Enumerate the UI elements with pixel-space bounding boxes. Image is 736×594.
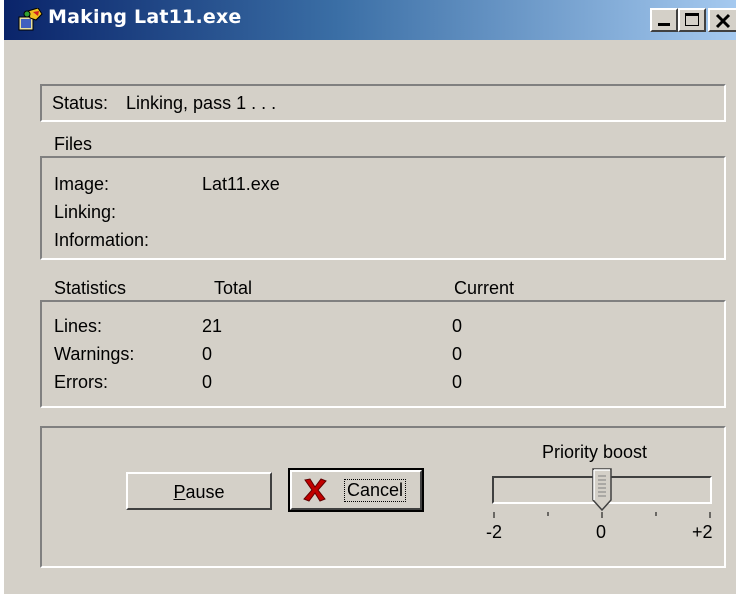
make-progress-window: Making Lat11.exe Status: Linking, pass 1… (0, 0, 736, 594)
slider-min-label: -2 (486, 522, 503, 542)
title-bar[interactable]: Making Lat11.exe (4, 0, 736, 40)
errors-current: 0 (452, 372, 463, 392)
status-panel: Status: Linking, pass 1 . . . (40, 84, 726, 122)
cancel-button-label: Cancel (344, 479, 407, 502)
status-label: Status: (52, 93, 109, 113)
image-value: Lat11.exe (202, 174, 280, 194)
pause-button-label: ause (185, 482, 225, 502)
minimize-button[interactable] (650, 8, 678, 32)
pause-button[interactable]: Pause (126, 472, 272, 510)
priority-boost-label: Priority boost (542, 442, 648, 462)
slider-max-label: +2 (692, 522, 713, 542)
slider-mid-label: 0 (596, 522, 607, 542)
status-text: Linking, pass 1 . . . (126, 93, 277, 113)
current-column-header: Current (454, 278, 515, 298)
total-column-header: Total (214, 278, 253, 298)
image-label: Image: (54, 174, 110, 194)
linking-label: Linking: (54, 202, 117, 222)
window-title: Making Lat11.exe (48, 6, 242, 28)
files-heading: Files (54, 134, 93, 154)
maximize-button[interactable] (678, 8, 706, 32)
errors-label: Errors: (54, 372, 108, 392)
statistics-panel: Lines: 21 0 Warnings: 0 0 Errors: 0 0 (40, 300, 726, 408)
maximize-icon (685, 13, 699, 26)
slider-thumb[interactable] (592, 468, 612, 512)
information-label: Information: (54, 230, 150, 250)
cancel-button[interactable]: Cancel (288, 468, 424, 512)
controls-panel: Pause Cancel Priority boost -2 0 +2 (40, 426, 726, 568)
statistics-heading: Statistics (54, 278, 127, 298)
lines-current: 0 (452, 316, 463, 336)
app-icon (18, 7, 44, 32)
warnings-current: 0 (452, 344, 463, 364)
lines-label: Lines: (54, 316, 103, 336)
close-icon (715, 13, 731, 29)
minimize-icon (658, 23, 670, 26)
warnings-total: 0 (202, 344, 213, 364)
priority-boost-slider[interactable]: -2 0 +2 (486, 466, 718, 550)
lines-total: 21 (202, 316, 223, 336)
files-panel: Image: Lat11.exe Linking: Information: (40, 156, 726, 260)
warnings-label: Warnings: (54, 344, 135, 364)
close-button[interactable] (708, 8, 736, 32)
cancel-x-icon (302, 478, 328, 507)
errors-total: 0 (202, 372, 213, 392)
pause-accelerator: P (173, 482, 186, 502)
